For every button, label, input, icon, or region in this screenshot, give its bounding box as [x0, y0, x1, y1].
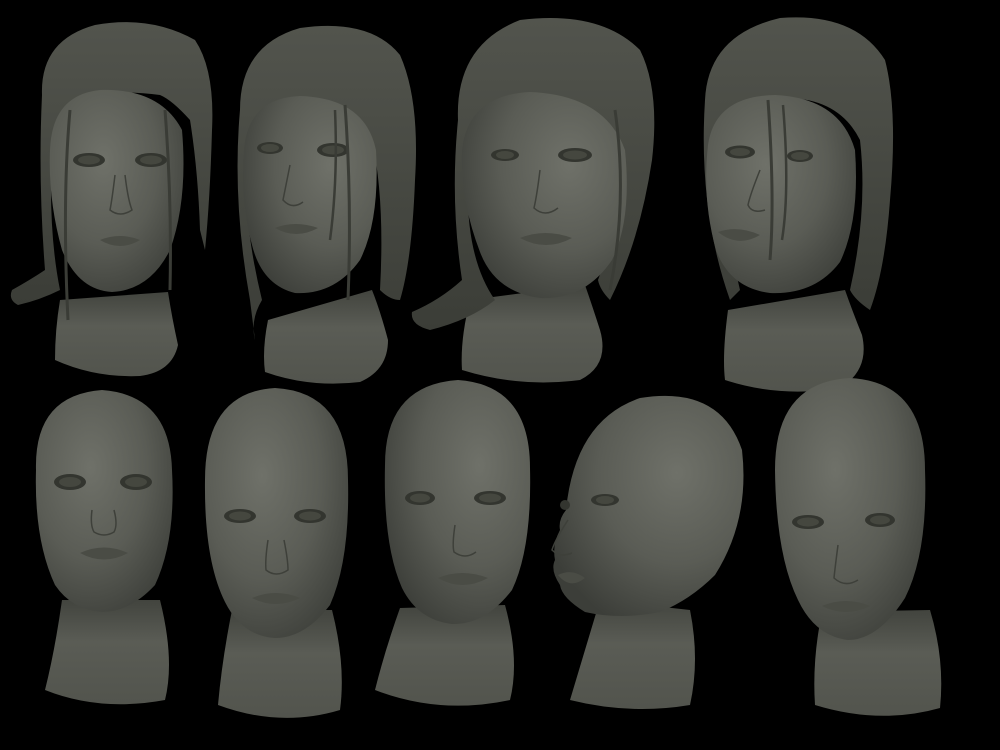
hair-head-three-quarter-b — [411, 18, 655, 383]
bald-head-three-quarter-a — [375, 380, 531, 706]
bald-head-front-b — [204, 388, 349, 718]
sculpt-sheet-svg — [10, 17, 942, 718]
bald-head-front-a — [35, 390, 173, 705]
hair-head-three-quarter-a — [237, 25, 416, 384]
sculpt-sheet — [0, 0, 1000, 750]
bald-head-profile — [551, 395, 744, 709]
hair-head-three-quarter-c — [703, 17, 894, 392]
hair-head-front — [10, 22, 213, 377]
bald-head-three-quarter-b — [775, 378, 942, 716]
